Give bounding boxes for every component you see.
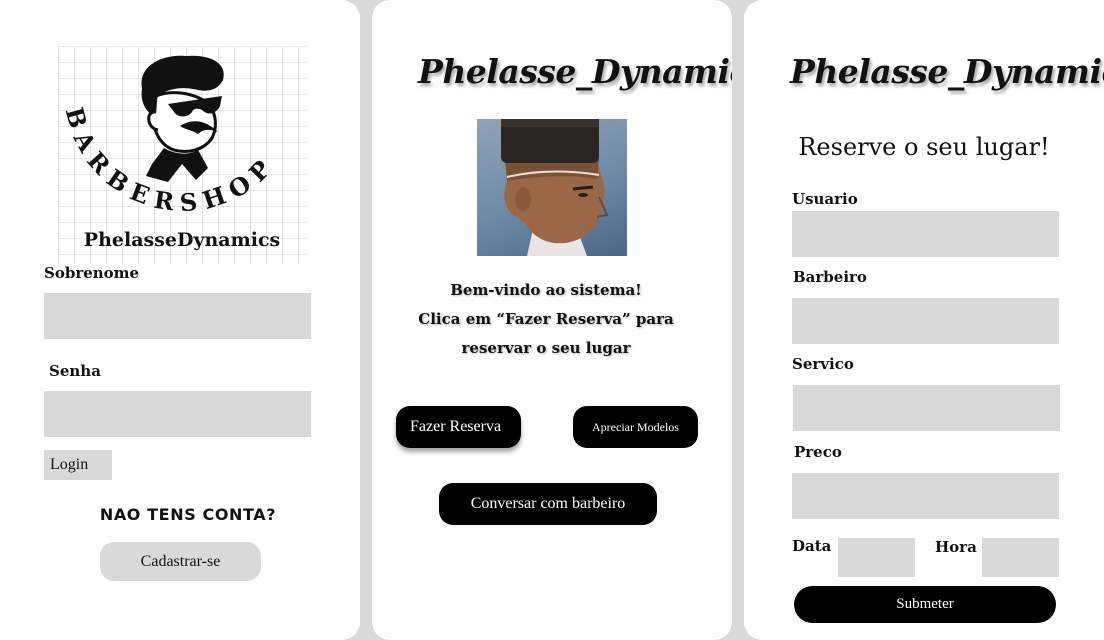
register-button[interactable]: Cadastrar-se bbox=[100, 542, 261, 581]
brand-title: Phelasse_Dynamics bbox=[418, 52, 732, 91]
date-input[interactable] bbox=[838, 538, 915, 577]
service-input[interactable] bbox=[793, 385, 1060, 431]
submit-button[interactable]: Submeter bbox=[794, 586, 1056, 623]
booking-panel: Phelasse_Dynamics Reserve o seu lugar! U… bbox=[744, 0, 1104, 640]
barbershop-logo: BARBERSHOP PhelasseDynamics bbox=[58, 46, 308, 262]
welcome-line-1: Bem-vindo ao sistema! bbox=[450, 281, 642, 299]
chat-with-barber-button[interactable]: Conversar com barbeiro bbox=[439, 483, 657, 525]
haircut-photo bbox=[477, 119, 627, 256]
user-input[interactable] bbox=[792, 211, 1059, 257]
password-label: Senha bbox=[49, 362, 101, 380]
brand-title: Phelasse_Dynamics bbox=[790, 52, 1104, 91]
no-account-text: NAO TENS CONTA? bbox=[99, 505, 277, 524]
barber-face-icon: BARBERSHOP PhelasseDynamics bbox=[60, 55, 280, 251]
logo-name-text: PhelasseDynamics bbox=[84, 229, 280, 251]
welcome-message: Bem-vindo ao sistema! Clica em “Fazer Re… bbox=[372, 276, 720, 363]
price-label: Preco bbox=[794, 443, 842, 461]
service-label: Servico bbox=[792, 355, 854, 373]
price-input[interactable] bbox=[792, 473, 1059, 519]
user-label: Usuario bbox=[792, 190, 858, 208]
home-panel: Phelasse_Dynamics Bem-vindo ao sistema! … bbox=[372, 0, 732, 640]
barber-input[interactable] bbox=[792, 298, 1059, 344]
time-input[interactable] bbox=[982, 538, 1059, 577]
view-models-button[interactable]: Apreciar Modelos bbox=[573, 406, 698, 448]
password-input[interactable] bbox=[44, 391, 311, 437]
login-button[interactable]: Login bbox=[44, 450, 112, 480]
welcome-line-3: reservar o seu lugar bbox=[461, 339, 631, 357]
barber-label: Barbeiro bbox=[793, 268, 867, 286]
surname-label: Sobrenome bbox=[44, 264, 140, 282]
time-label: Hora bbox=[935, 538, 977, 556]
login-panel: BARBERSHOP PhelasseDynamics Sobrenome Se… bbox=[0, 0, 360, 640]
make-reservation-button[interactable]: Fazer Reserva bbox=[396, 406, 521, 448]
welcome-line-2: Clica em “Fazer Reserva” para bbox=[418, 310, 674, 328]
booking-heading: Reserve o seu lugar! bbox=[798, 133, 1050, 161]
surname-input[interactable] bbox=[44, 293, 311, 339]
date-label: Data bbox=[792, 537, 832, 555]
